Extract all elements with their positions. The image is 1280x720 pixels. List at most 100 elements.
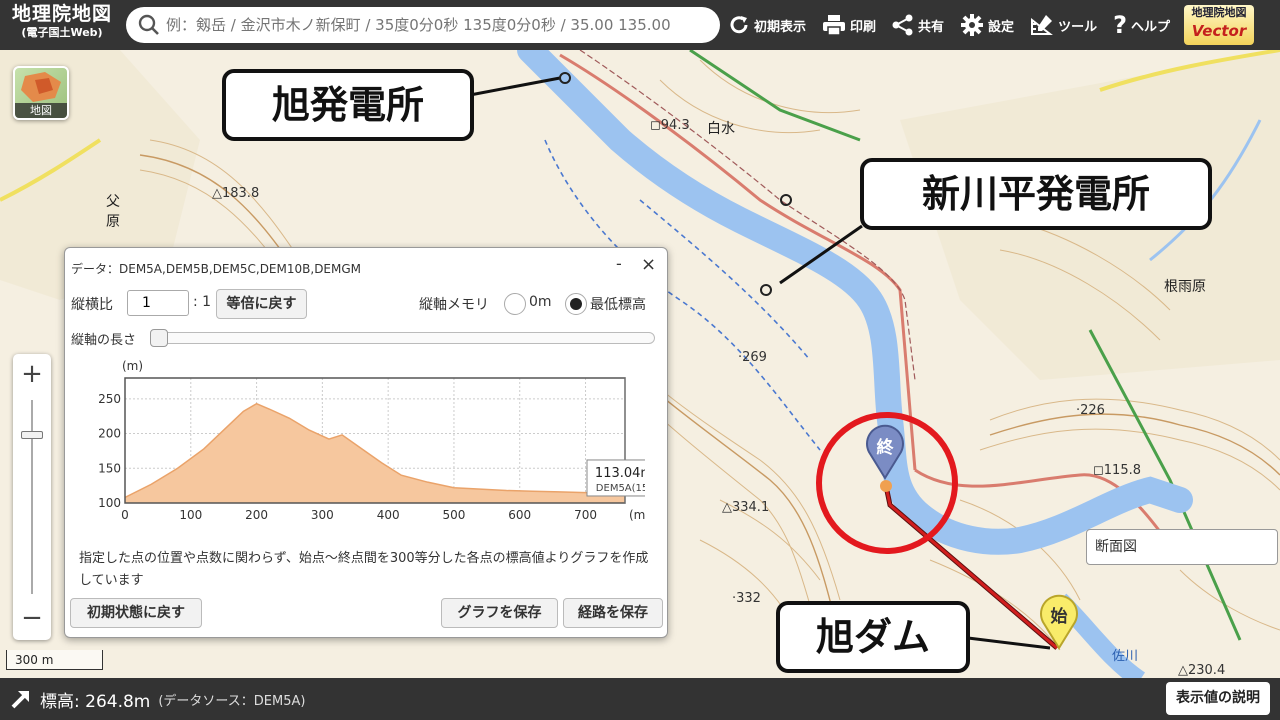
end-marker-label: 終	[876, 438, 894, 458]
x-tick-label: 700	[574, 508, 597, 522]
minimize-button[interactable]: -	[616, 254, 622, 273]
place-label: 根雨原	[1164, 279, 1206, 295]
x-axis-unit: (m)	[629, 508, 645, 522]
help-icon: ?	[1113, 11, 1127, 39]
share-button[interactable]: 共有	[884, 0, 952, 50]
search-box[interactable]	[126, 7, 720, 43]
cursor-source: DEM5A(15)	[596, 483, 645, 494]
settings-label: 設定	[988, 19, 1015, 35]
radio-min-elevation-label: 最低標高	[590, 297, 646, 313]
ratio-label: 縦横比	[71, 297, 113, 313]
help-button[interactable]: ? ヘルプ	[1105, 0, 1178, 50]
ruler-icon	[1031, 15, 1053, 35]
elevation-point: △183.8	[212, 186, 260, 201]
radio-0m[interactable]	[504, 293, 526, 315]
start-marker[interactable]: 始	[1038, 592, 1080, 650]
cursor-value: 113.04m	[595, 466, 645, 481]
elevation-source: (データソース：DEM5A)	[158, 693, 306, 709]
tools-label: ツール	[1058, 19, 1098, 35]
callout-shinkawadaira-power-station: 新川平発電所	[860, 158, 1212, 230]
elevation-profile-panel: データ：DEM5A,DEM5B,DEM5C,DEM10B,DEMGM - × 縦…	[64, 247, 668, 638]
site-logo[interactable]: 地理院地図 (電子国土Web)	[0, 0, 124, 50]
radio-min-elevation[interactable]	[565, 293, 587, 315]
start-marker-label: 始	[1050, 607, 1068, 627]
scale-bar: 300 m	[6, 650, 103, 670]
init-view-button[interactable]: 初期表示	[720, 0, 814, 50]
vector-map-badge[interactable]: 地理院地図 Vector	[1184, 5, 1255, 45]
profile-data-source: データ：DEM5A,DEM5B,DEM5C,DEM10B,DEMGM	[71, 262, 362, 276]
zoom-slider-track[interactable]	[31, 400, 33, 594]
map-thumbnail-icon	[21, 72, 61, 102]
axis-length-slider[interactable]	[150, 329, 655, 347]
save-route-button[interactable]: 経路を保存	[563, 598, 663, 628]
init-view-label: 初期表示	[754, 19, 807, 35]
river-label: 佐川	[1112, 649, 1139, 664]
y-tick-label: 250	[98, 392, 121, 406]
print-button[interactable]: 印刷	[814, 0, 884, 50]
x-tick-label: 600	[508, 508, 531, 522]
search-input[interactable]	[166, 16, 716, 34]
save-graph-button[interactable]: グラフを保存	[441, 598, 558, 628]
profile-note: 指定した点の位置や点数に関わらず、始点～終点間を300等分した各点の標高値よりグ…	[79, 551, 649, 588]
elevation-point: ·269	[738, 350, 767, 365]
place-label: 父原	[106, 194, 120, 230]
share-label: 共有	[918, 19, 945, 35]
zoom-in-button[interactable]: +	[13, 354, 51, 394]
vector-badge-title: 地理院地図	[1191, 6, 1247, 19]
zoom-out-button[interactable]: −	[13, 598, 51, 638]
vector-badge-label: Vector	[1191, 22, 1247, 40]
print-label: 印刷	[850, 19, 877, 35]
cross-section-toggle[interactable]: 断面図	[1086, 529, 1278, 565]
refresh-icon	[730, 16, 748, 34]
settings-button[interactable]: 設定	[952, 0, 1022, 50]
elevation-point: ·226	[1076, 403, 1105, 418]
radio-0m-label: 0m	[529, 294, 552, 310]
status-bar: 標高: 264.8m (データソース：DEM5A) 表示値の説明	[0, 678, 1280, 720]
ratio-suffix: : 1	[193, 294, 212, 310]
help-label: ヘルプ	[1131, 19, 1171, 35]
printer-icon	[823, 15, 846, 36]
y-tick-label: 100	[98, 496, 121, 510]
share-icon	[892, 14, 913, 36]
explain-values-button[interactable]: 表示値の説明	[1166, 682, 1270, 715]
elevation-area	[125, 403, 625, 503]
place-label: 白水	[707, 121, 735, 137]
logo-subtitle: (電子国土Web)	[21, 26, 103, 39]
elevation-profile-chart: 0100200300400500600700100150200250(m)(m)…	[98, 359, 645, 522]
elevation-point: ◻115.8	[1093, 463, 1142, 478]
close-button[interactable]: ×	[641, 254, 656, 275]
ratio-input[interactable]	[127, 290, 189, 316]
axis-memory-label: 縦軸メモリ	[419, 297, 489, 313]
basemap-label: 地図	[15, 103, 67, 118]
elevation-point: △334.1	[722, 500, 770, 515]
callout-asahi-dam: 旭ダム	[776, 601, 970, 673]
reset-panel-button[interactable]: 初期状態に戻す	[70, 598, 202, 628]
x-tick-label: 200	[245, 508, 268, 522]
zoom-control: + −	[13, 354, 51, 640]
x-tick-label: 400	[377, 508, 400, 522]
axis-length-label: 縦軸の長さ	[71, 333, 137, 348]
gear-icon	[961, 14, 984, 36]
zoom-slider-handle[interactable]	[21, 431, 43, 439]
elevation-point: △230.4	[1178, 663, 1226, 678]
y-tick-label: 150	[98, 461, 121, 475]
callout-asahi-power-station: 旭発電所	[222, 69, 474, 141]
header-bar: 地理院地図 (電子国土Web) 初期表示 印刷 共有 設定 ツール ? ヘルプ …	[0, 0, 1280, 50]
elevation-point: ◻94.3	[650, 118, 690, 133]
tools-button[interactable]: ツール	[1022, 0, 1105, 50]
logo-title: 地理院地図	[11, 3, 112, 25]
x-tick-label: 100	[179, 508, 202, 522]
reset-ratio-button[interactable]: 等倍に戻す	[216, 289, 307, 319]
elevation-point: ·332	[732, 591, 761, 606]
axis-length-slider-handle[interactable]	[150, 329, 168, 347]
y-axis-unit: (m)	[122, 359, 143, 373]
x-tick-label: 0	[121, 508, 129, 522]
arrow-up-right-icon	[11, 691, 29, 709]
x-tick-label: 500	[442, 508, 465, 522]
elevation-readout: 標高: 264.8m	[40, 691, 151, 712]
x-tick-label: 300	[311, 508, 334, 522]
basemap-selector-button[interactable]: 地図	[13, 66, 69, 120]
y-tick-label: 200	[98, 427, 121, 441]
end-marker[interactable]: 終	[864, 424, 906, 480]
search-icon	[138, 14, 159, 35]
